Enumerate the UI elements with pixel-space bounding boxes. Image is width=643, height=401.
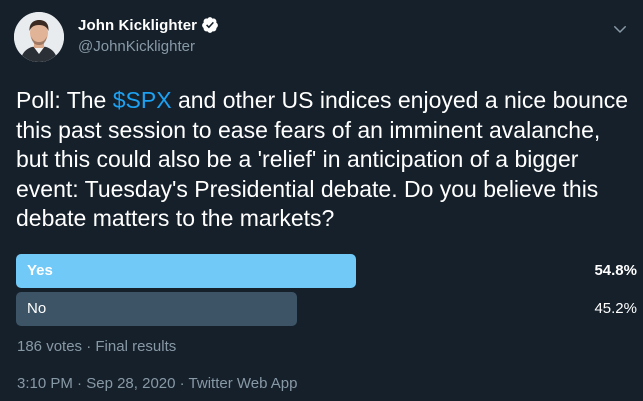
tweet-card: John Kicklighter @JohnKicklighter Poll: … xyxy=(0,0,643,401)
poll-vote-count: 186 votes xyxy=(17,338,83,355)
poll-meta: 186 votes · Final results xyxy=(17,338,176,355)
author-handle[interactable]: @JohnKicklighter xyxy=(78,38,195,55)
avatar-portrait-icon xyxy=(14,12,64,62)
poll-meta-separator: · xyxy=(82,338,96,355)
footer-separator-1: · xyxy=(72,375,87,392)
tweet-time[interactable]: 3:10 PM xyxy=(17,375,73,392)
footer-separator-2: · xyxy=(175,375,189,392)
poll: Yes 54.8% No 45.2% xyxy=(16,254,639,330)
poll-bar-no xyxy=(16,292,297,326)
poll-option-no: No 45.2% xyxy=(16,292,639,326)
avatar[interactable] xyxy=(14,12,64,62)
author-name-row[interactable]: John Kicklighter xyxy=(78,15,219,35)
poll-label-yes: Yes xyxy=(27,262,53,279)
poll-percent-yes: 54.8% xyxy=(594,262,637,279)
cashtag-link[interactable]: $SPX xyxy=(113,87,172,113)
poll-label-no: No xyxy=(27,300,47,317)
tweet-source[interactable]: Twitter Web App xyxy=(189,375,298,392)
tweet-text: Poll: The $SPX and other US indices enjo… xyxy=(16,86,636,234)
verified-badge-icon xyxy=(201,16,219,34)
tweet-footer: 3:10 PM · Sep 28, 2020 · Twitter Web App xyxy=(17,375,297,392)
tweet-text-start: Poll: The xyxy=(16,87,113,113)
poll-status: Final results xyxy=(95,338,177,355)
poll-option-yes: Yes 54.8% xyxy=(16,254,639,288)
poll-bar-yes xyxy=(16,254,356,288)
tweet-date[interactable]: Sep 28, 2020 xyxy=(86,375,175,392)
poll-percent-no: 45.2% xyxy=(594,300,637,317)
chevron-down-icon[interactable] xyxy=(611,20,629,38)
author-display-name[interactable]: John Kicklighter xyxy=(78,17,197,34)
